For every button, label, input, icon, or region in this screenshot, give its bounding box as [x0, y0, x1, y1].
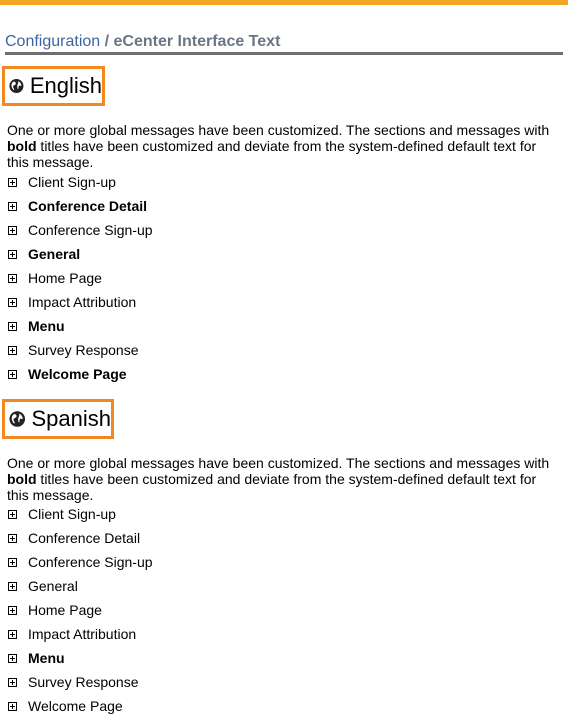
- section-item-survey-response[interactable]: Survey Response: [7, 670, 153, 694]
- section-item-client-sign-up[interactable]: Client Sign-up: [7, 170, 153, 194]
- expand-plus-icon[interactable]: [8, 677, 17, 687]
- language-heading-english: English: [2, 66, 105, 106]
- expand-plus-icon[interactable]: [8, 509, 17, 519]
- section-item-conference-sign-up[interactable]: Conference Sign-up: [7, 550, 153, 574]
- language-heading-spanish: Spanish: [2, 399, 114, 439]
- language-name: English: [29, 73, 102, 98]
- expand-plus-icon[interactable]: [8, 581, 17, 591]
- expand-plus-icon[interactable]: [8, 557, 17, 567]
- expand-plus-icon[interactable]: [8, 605, 17, 615]
- expand-plus-icon[interactable]: [8, 653, 17, 663]
- section-item-menu[interactable]: Menu: [7, 646, 153, 670]
- language-name: Spanish: [31, 406, 111, 431]
- expand-plus-icon[interactable]: [8, 201, 17, 211]
- section-item-client-sign-up[interactable]: Client Sign-up: [7, 502, 153, 526]
- section-item-impact-attribution[interactable]: Impact Attribution: [7, 290, 153, 314]
- section-item-survey-response[interactable]: Survey Response: [7, 338, 153, 362]
- section-item-conference-detail[interactable]: Conference Detail: [7, 526, 153, 550]
- expand-plus-icon[interactable]: [8, 629, 17, 639]
- expand-plus-icon[interactable]: [8, 321, 17, 331]
- section-item-general[interactable]: General: [7, 574, 153, 598]
- expand-plus-icon[interactable]: [8, 701, 17, 711]
- breadcrumb: Configuration / eCenter Interface Text: [5, 33, 563, 55]
- expand-plus-icon[interactable]: [8, 177, 17, 187]
- section-item-impact-attribution[interactable]: Impact Attribution: [7, 622, 153, 646]
- expand-plus-icon[interactable]: [8, 249, 17, 259]
- expand-plus-icon[interactable]: [8, 225, 17, 235]
- section-item-menu[interactable]: Menu: [7, 314, 153, 338]
- globe-icon: [9, 78, 24, 94]
- breadcrumb-current: eCenter Interface Text: [113, 33, 281, 50]
- customization-description: One or more global messages have been cu…: [7, 455, 550, 503]
- customization-description: One or more global messages have been cu…: [7, 122, 550, 170]
- section-item-home-page[interactable]: Home Page: [7, 598, 153, 622]
- expand-plus-icon[interactable]: [8, 273, 17, 283]
- expand-plus-icon[interactable]: [8, 533, 17, 543]
- section-list-spanish: Client Sign-up Conference Detail Confere…: [7, 502, 153, 718]
- globe-icon: [9, 411, 26, 427]
- section-item-home-page[interactable]: Home Page: [7, 266, 153, 290]
- breadcrumb-separator: /: [100, 33, 114, 50]
- expand-plus-icon[interactable]: [8, 369, 17, 379]
- section-item-welcome-page[interactable]: Welcome Page: [7, 362, 153, 386]
- expand-plus-icon[interactable]: [8, 297, 17, 307]
- breadcrumb-configuration-link[interactable]: Configuration: [5, 33, 100, 50]
- section-item-general[interactable]: General: [7, 242, 153, 266]
- section-item-conference-detail[interactable]: Conference Detail: [7, 194, 153, 218]
- section-item-conference-sign-up[interactable]: Conference Sign-up: [7, 218, 153, 242]
- section-list-english: Client Sign-up Conference Detail Confere…: [7, 170, 153, 386]
- top-accent-bar: [0, 0, 568, 5]
- section-item-welcome-page[interactable]: Welcome Page: [7, 694, 153, 718]
- expand-plus-icon[interactable]: [8, 345, 17, 355]
